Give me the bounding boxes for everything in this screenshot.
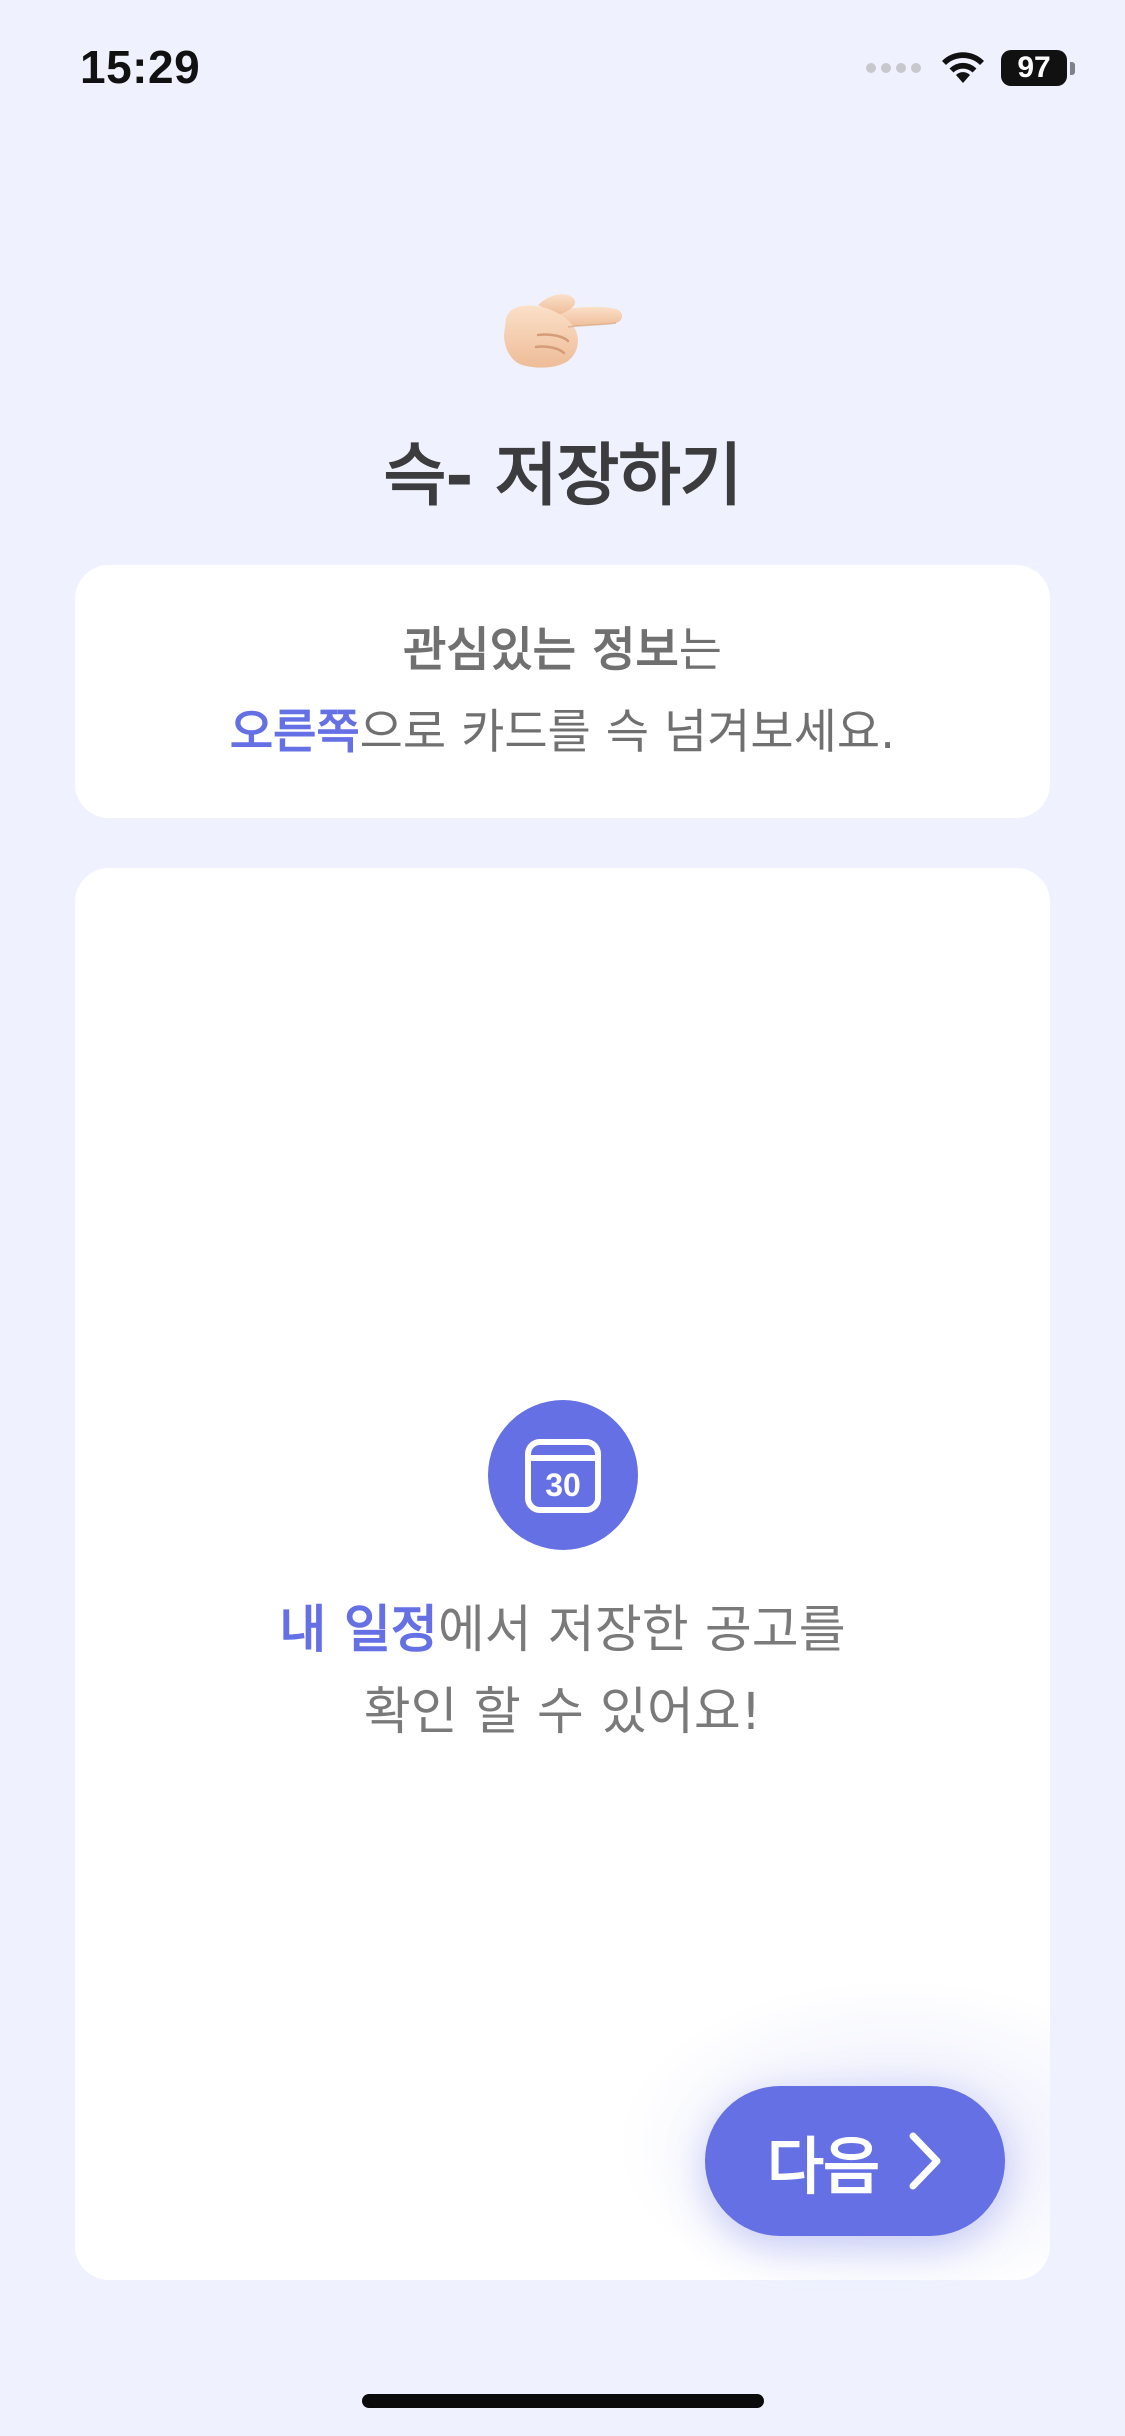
status-time: 15:29 xyxy=(80,41,201,93)
page-title: 슥- 저장하기 xyxy=(383,437,743,516)
instruction-text: 는 xyxy=(678,622,723,678)
instruction-line-1: 관심있는 정보는 xyxy=(403,610,722,692)
home-indicator[interactable] xyxy=(362,2394,764,2408)
calendar-message: 내 일정에서 저장한 공고를 확인 할 수 있어요! xyxy=(75,1590,1050,1754)
backhand-index-pointing-right-icon xyxy=(504,294,622,368)
instruction-accent-text: 오른쪽 xyxy=(229,704,360,760)
calendar-message-line-1: 내 일정에서 저장한 공고를 xyxy=(75,1590,1050,1672)
calendar-badge: 30 xyxy=(488,1400,638,1550)
swipe-demo-card[interactable]: 30 내 일정에서 저장한 공고를 확인 할 수 있어요! 다음 xyxy=(75,868,1050,2280)
instruction-bold-text: 관심있는 정보 xyxy=(402,622,679,678)
calendar-icon: 30 xyxy=(525,1439,601,1513)
instruction-line-2: 오른쪽으로 카드를 슥 넘겨보세요. xyxy=(230,692,895,774)
cellular-signal-icon xyxy=(866,63,921,73)
battery-icon: 97 xyxy=(1001,50,1075,86)
instruction-text: 으로 카드를 슥 넘겨보세요. xyxy=(359,704,896,760)
battery-level: 97 xyxy=(1001,50,1067,86)
instruction-card: 관심있는 정보는 오른쪽으로 카드를 슥 넘겨보세요. xyxy=(75,565,1050,818)
calendar-message-line-2: 확인 할 수 있어요! xyxy=(363,1683,762,1742)
chevron-right-icon xyxy=(909,2132,941,2190)
next-button[interactable]: 다음 xyxy=(705,2086,1005,2236)
calendar-message-accent: 내 일정 xyxy=(279,1601,438,1660)
calendar-message-text: 에서 저장한 공고를 xyxy=(437,1601,846,1660)
calendar-day: 30 xyxy=(545,1467,581,1503)
status-icons: 97 xyxy=(866,46,1075,90)
next-button-label: 다음 xyxy=(766,2130,880,2203)
status-bar: 15:29 97 xyxy=(0,0,1125,140)
wifi-icon xyxy=(942,52,984,83)
